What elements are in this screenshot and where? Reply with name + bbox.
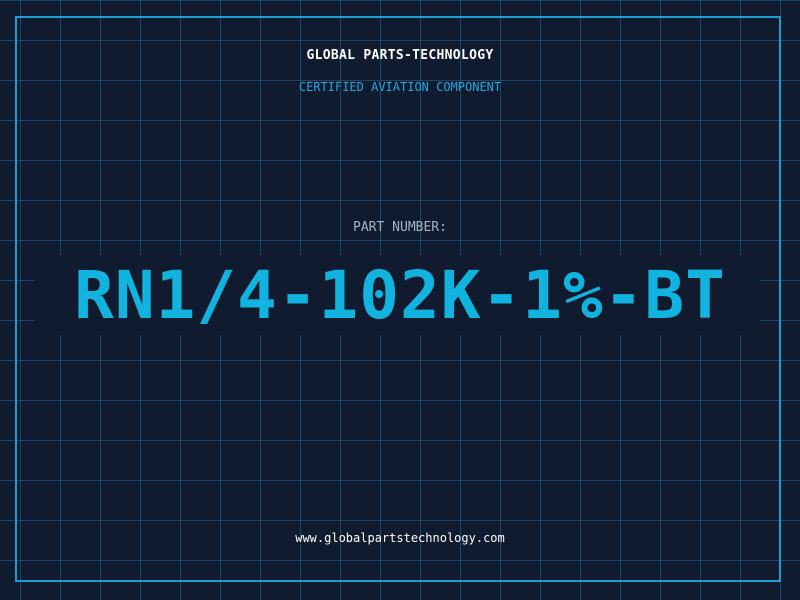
website-url: www.globalpartstechnology.com [295,531,505,545]
part-card: GLOBAL PARTS-TECHNOLOGY CERTIFIED AVIATI… [0,0,800,600]
part-number-label: PART NUMBER: [353,220,447,235]
company-name: GLOBAL PARTS-TECHNOLOGY [306,48,494,63]
part-number-value: RN1/4-102K-1%-BT [74,257,726,334]
certification-tagline: CERTIFIED AVIATION COMPONENT [298,80,502,94]
